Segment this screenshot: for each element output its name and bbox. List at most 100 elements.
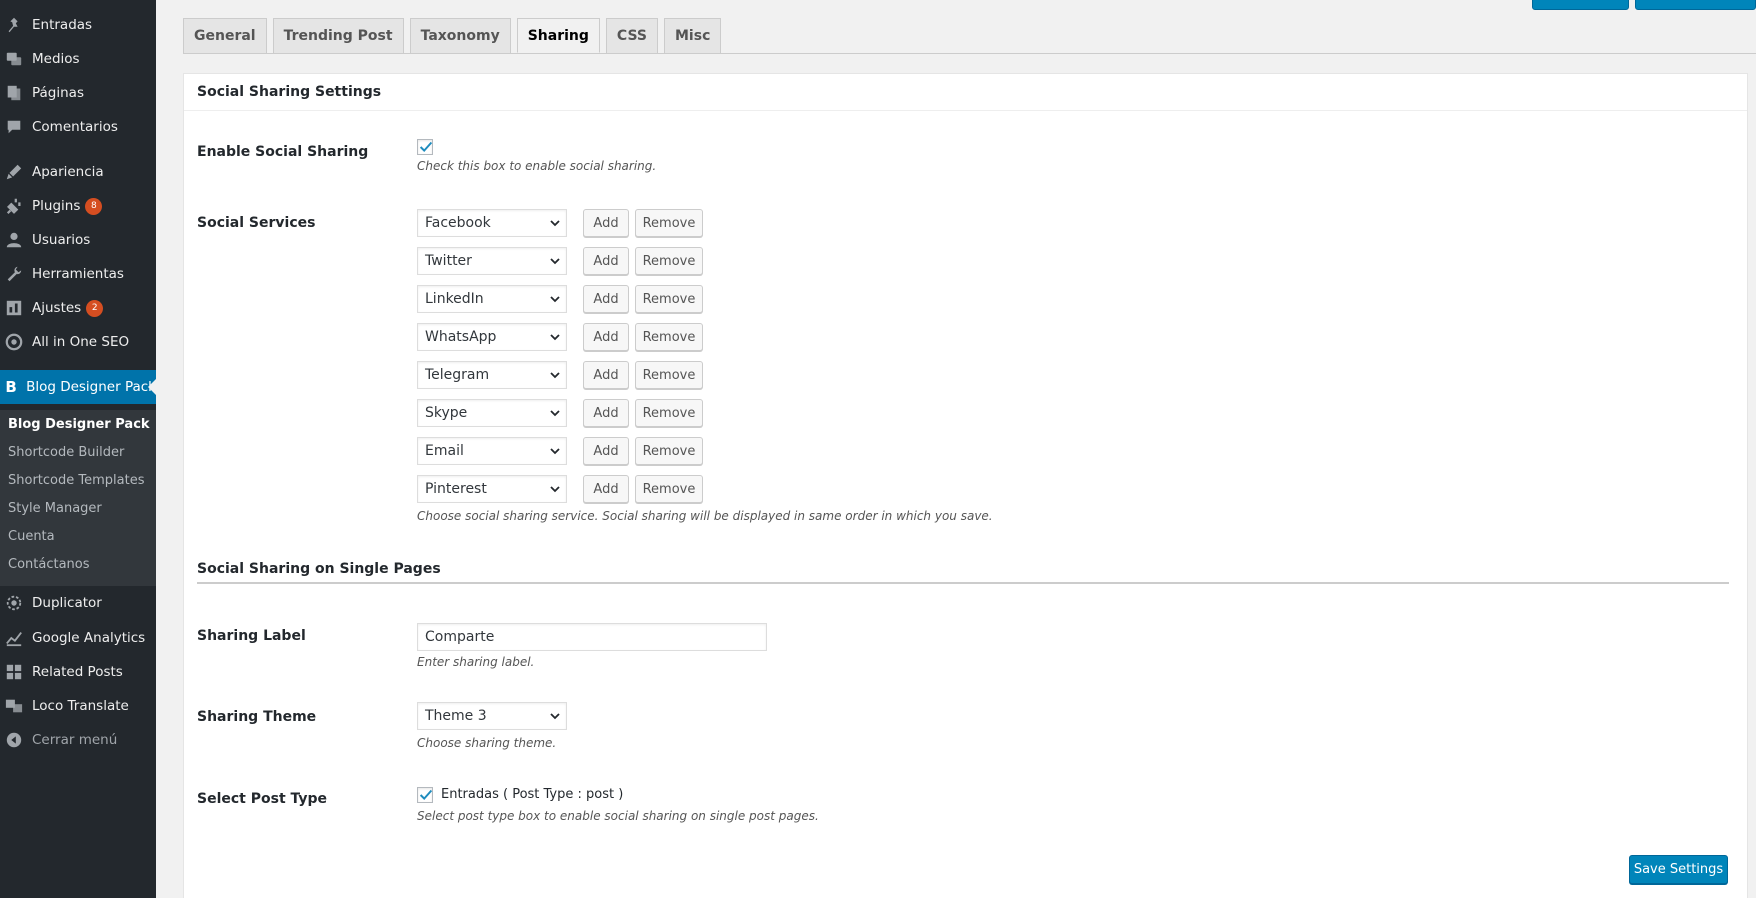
service-select[interactable]: Twitter <box>417 247 567 275</box>
checkmark-icon <box>419 141 433 153</box>
blog-designer-icon: B <box>5 378 17 396</box>
remove-service-button[interactable]: Remove <box>635 399 703 427</box>
remove-service-button[interactable]: Remove <box>635 437 703 465</box>
chevron-down-icon <box>550 448 560 455</box>
remove-service-button[interactable]: Remove <box>635 209 703 237</box>
menu-herramientas[interactable]: Herramientas <box>0 257 156 291</box>
submenu-shortcode-builder[interactable]: Shortcode Builder <box>8 445 124 460</box>
menu-ajustes[interactable]: Ajustes 2 <box>0 291 156 325</box>
sharing-theme-select[interactable]: Theme 3 <box>417 702 567 730</box>
menu-blog-designer-pack[interactable]: B Blog Designer Pack <box>0 370 156 404</box>
post-type-description: Select post type box to enable social sh… <box>417 809 819 823</box>
add-service-button[interactable]: Add <box>583 361 629 389</box>
menu-apariencia[interactable]: Apariencia <box>0 155 156 189</box>
service-row: Facebook Add Remove <box>417 209 703 237</box>
related-posts-icon <box>4 662 24 682</box>
service-row: Twitter Add Remove <box>417 247 703 275</box>
chevron-down-icon <box>550 334 560 341</box>
menu-plugins[interactable]: Plugins 8 <box>0 189 156 223</box>
sharing-label-input[interactable]: Comparte <box>417 623 767 651</box>
sharing-label-label: Sharing Label <box>197 628 306 644</box>
save-settings-button[interactable]: Save Settings <box>1629 855 1728 884</box>
enable-sharing-description: Check this box to enable social sharing. <box>417 159 657 173</box>
submenu-style-manager[interactable]: Style Manager <box>8 501 102 516</box>
menu-duplicator[interactable]: Duplicator <box>0 586 156 620</box>
submenu-shortcode-templates[interactable]: Shortcode Templates <box>8 473 144 488</box>
service-select[interactable]: Pinterest <box>417 475 567 503</box>
menu-related-posts[interactable]: Related Posts <box>0 655 156 689</box>
chevron-down-icon <box>550 296 560 303</box>
top-action-button-1[interactable] <box>1532 0 1629 10</box>
tab-taxonomy[interactable]: Taxonomy <box>409 18 511 53</box>
comments-icon <box>4 117 24 137</box>
top-action-button-2[interactable] <box>1635 0 1756 10</box>
tab-trending-post[interactable]: Trending Post <box>272 18 404 53</box>
settings-badge: 2 <box>86 299 104 317</box>
social-services-label: Social Services <box>197 215 316 231</box>
post-type-option-label: Entradas ( Post Type : post ) <box>441 787 624 802</box>
seo-icon <box>4 332 24 352</box>
submenu-cuenta[interactable]: Cuenta <box>8 529 55 544</box>
service-select[interactable]: Facebook <box>417 209 567 237</box>
service-select[interactable]: Skype <box>417 399 567 427</box>
plugins-icon <box>4 196 24 216</box>
tab-misc[interactable]: Misc <box>664 18 722 53</box>
add-service-button[interactable]: Add <box>583 285 629 313</box>
users-icon <box>4 230 24 250</box>
service-select[interactable]: LinkedIn <box>417 285 567 313</box>
enable-sharing-checkbox[interactable] <box>417 139 433 155</box>
service-row: WhatsApp Add Remove <box>417 323 703 351</box>
menu-comentarios[interactable]: Comentarios <box>0 110 156 144</box>
service-select[interactable]: WhatsApp <box>417 323 567 351</box>
collapse-menu-icon <box>4 730 24 750</box>
sharing-label-description: Enter sharing label. <box>417 655 535 669</box>
single-pages-section-title: Social Sharing on Single Pages <box>197 561 1729 584</box>
menu-usuarios[interactable]: Usuarios <box>0 223 156 257</box>
blog-designer-submenu: Blog Designer Pack Shortcode Builder Sho… <box>0 410 156 586</box>
service-row: Telegram Add Remove <box>417 361 703 389</box>
remove-service-button[interactable]: Remove <box>635 247 703 275</box>
add-service-button[interactable]: Add <box>583 209 629 237</box>
chevron-down-icon <box>550 220 560 227</box>
remove-service-button[interactable]: Remove <box>635 285 703 313</box>
add-service-button[interactable]: Add <box>583 475 629 503</box>
remove-service-button[interactable]: Remove <box>635 475 703 503</box>
pages-icon <box>4 83 24 103</box>
panel-title: Social Sharing Settings <box>184 74 1747 111</box>
service-select[interactable]: Telegram <box>417 361 567 389</box>
submenu-blog-designer-pack[interactable]: Blog Designer Pack <box>8 417 150 432</box>
remove-service-button[interactable]: Remove <box>635 361 703 389</box>
menu-paginas[interactable]: Páginas <box>0 76 156 110</box>
pushpin-icon <box>4 15 24 35</box>
chevron-down-icon <box>550 410 560 417</box>
tools-icon <box>4 264 24 284</box>
chevron-down-icon <box>550 486 560 493</box>
post-type-checkbox[interactable] <box>417 787 433 803</box>
tab-general[interactable]: General <box>183 18 267 53</box>
plugins-update-badge: 8 <box>85 197 103 215</box>
chevron-down-icon <box>550 258 560 265</box>
menu-medios[interactable]: Medios <box>0 42 156 76</box>
remove-service-button[interactable]: Remove <box>635 323 703 351</box>
analytics-icon <box>4 628 24 648</box>
admin-sidebar: Entradas Medios Páginas Comentarios Apar… <box>0 0 156 898</box>
settings-icon <box>4 298 24 318</box>
add-service-button[interactable]: Add <box>583 437 629 465</box>
service-row: Email Add Remove <box>417 437 703 465</box>
menu-loco-translate[interactable]: Loco Translate <box>0 689 156 723</box>
service-row: Skype Add Remove <box>417 399 703 427</box>
tab-css[interactable]: CSS <box>605 18 658 53</box>
submenu-contactanos[interactable]: Contáctanos <box>8 557 90 572</box>
translate-icon <box>4 696 24 716</box>
add-service-button[interactable]: Add <box>583 247 629 275</box>
add-service-button[interactable]: Add <box>583 323 629 351</box>
tab-sharing[interactable]: Sharing <box>516 18 600 53</box>
service-select[interactable]: Email <box>417 437 567 465</box>
menu-google-analytics[interactable]: Google Analytics <box>0 621 156 655</box>
service-row: Pinterest Add Remove <box>417 475 703 503</box>
menu-collapse[interactable]: Cerrar menú <box>0 723 156 757</box>
menu-entradas[interactable]: Entradas <box>0 8 156 42</box>
menu-all-in-one-seo[interactable]: All in One SEO <box>0 325 156 359</box>
sharing-settings-panel: Social Sharing Settings Enable Social Sh… <box>183 73 1748 898</box>
add-service-button[interactable]: Add <box>583 399 629 427</box>
